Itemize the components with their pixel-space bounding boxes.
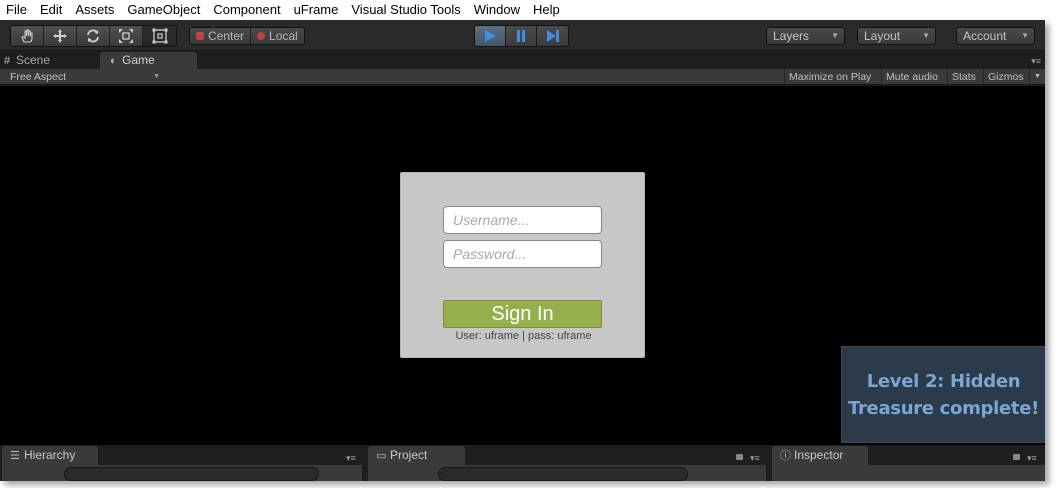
hierarchy-options-icon[interactable]: ▾≡ [346, 453, 356, 464]
pause-button[interactable] [506, 26, 537, 46]
achievement-line-1: Level 2: Hidden [866, 370, 1021, 392]
pivot-center-label: Center [208, 29, 245, 43]
layers-label: Layers [773, 29, 810, 43]
menu-file[interactable]: File [0, 0, 34, 20]
account-dropdown[interactable]: Account ▼ [956, 27, 1035, 45]
achievement-line-2: Treasure complete! [847, 397, 1040, 419]
folder-icon: ▭ [376, 450, 387, 462]
chevron-down-icon: ▼ [922, 31, 930, 40]
tab-hierarchy-label: Hierarchy [24, 448, 76, 462]
rotate-tool-button[interactable] [77, 26, 110, 46]
chevron-down-icon: ▼ [831, 31, 839, 40]
pivot-toggle-group: Center Local [189, 27, 305, 45]
pivot-local-icon [257, 32, 266, 40]
pacman-icon: ◐ [110, 55, 117, 67]
rotate-tool-icon [87, 29, 99, 43]
project-options-icon[interactable]: ▾≡ [750, 453, 760, 464]
tab-inspector-label: Inspector [794, 448, 844, 462]
tab-project-label: Project [390, 448, 428, 462]
achievement-toast: Level 2: Hidden Treasure complete! [841, 346, 1045, 443]
gizmos-toggle[interactable]: Gizmos [983, 69, 1028, 85]
main-toolbar: Center Local Layers ▼ Layout ▼ Account ▼ [0, 20, 1045, 51]
username-input[interactable]: Username... [443, 206, 602, 234]
login-panel: Username... Password... Sign In User: uf… [400, 172, 645, 358]
inspector-options-icon[interactable]: ▾≡ [1027, 453, 1037, 464]
hand-tool-icon [21, 29, 33, 43]
hierarchy-panel [2, 465, 362, 481]
tab-inspector[interactable]: ⓘ Inspector [772, 446, 868, 465]
hierarchy-icon: ☰ [10, 450, 20, 462]
tab-game-label: Game [122, 53, 155, 67]
scale-tool-button[interactable] [110, 26, 143, 46]
menu-assets[interactable]: Assets [69, 0, 121, 20]
credentials-hint: User: uframe | pass: uframe [455, 330, 592, 342]
tab-hierarchy[interactable]: ☰ Hierarchy [2, 446, 98, 465]
aspect-dropdown[interactable]: Free Aspect ▼ [4, 69, 164, 85]
game-view-toolbar: Free Aspect ▼ Maximize on Play Mute audi… [0, 69, 1045, 85]
scene-grid-icon: # [4, 55, 11, 67]
project-panel [368, 465, 766, 481]
lock-icon[interactable] [736, 454, 743, 460]
menu-window[interactable]: Window [468, 0, 527, 20]
lock-icon[interactable] [1013, 454, 1020, 460]
layout-label: Layout [864, 29, 901, 43]
achievement-text: Level 2: Hidden Treasure complete! [848, 368, 1039, 422]
menu-uframe[interactable]: uFrame [288, 0, 346, 20]
hand-tool-button[interactable] [11, 26, 44, 46]
step-button[interactable] [537, 26, 568, 46]
rect-tool-icon [152, 28, 167, 44]
rect-tool-button[interactable] [143, 26, 176, 46]
move-tool-button[interactable] [44, 26, 77, 46]
transform-tools [10, 25, 177, 47]
gizmos-dropdown-icon[interactable]: ▼ [1029, 69, 1045, 85]
tab-scene[interactable]: # Scene [4, 52, 100, 69]
tab-scene-label: Scene [16, 53, 51, 67]
layers-dropdown[interactable]: Layers ▼ [766, 27, 845, 45]
pause-icon [517, 30, 525, 42]
game-view: Username... Password... Sign In User: uf… [0, 86, 1045, 445]
mute-audio-toggle[interactable]: Mute audio [881, 69, 942, 85]
tab-game[interactable]: ◐ Game [100, 52, 197, 69]
bottom-panels: ☰ Hierarchy ▾≡ ▭ Project ▾≡ ⓘ Inspector ▾≡ [0, 446, 1045, 481]
play-icon [485, 30, 496, 42]
pivot-local-label: Local [269, 29, 298, 43]
layout-dropdown[interactable]: Layout ▼ [857, 27, 936, 45]
hierarchy-search-input[interactable] [64, 467, 319, 481]
pivot-center-button[interactable]: Center [190, 28, 252, 44]
view-tabs: # Scene ◐ Game ▾≡ [0, 52, 1045, 69]
move-tool-icon [53, 29, 67, 43]
play-button[interactable] [475, 26, 506, 46]
project-search-input[interactable] [438, 467, 688, 481]
menu-help[interactable]: Help [527, 0, 567, 20]
pivot-local-button[interactable]: Local [251, 28, 304, 44]
inspector-panel [772, 465, 1045, 481]
menu-component[interactable]: Component [207, 0, 287, 20]
account-label: Account [963, 29, 1007, 43]
chevron-down-icon: ▼ [1021, 31, 1029, 40]
tab-project[interactable]: ▭ Project [368, 446, 465, 465]
playback-controls [474, 25, 569, 47]
chevron-down-icon: ▼ [153, 73, 160, 80]
menu-bar: File Edit Assets GameObject Component uF… [0, 0, 1045, 20]
password-input[interactable]: Password... [443, 240, 602, 268]
editor-window: Center Local Layers ▼ Layout ▼ Account ▼ [0, 20, 1045, 481]
info-icon: ⓘ [780, 450, 791, 462]
menu-gameobject[interactable]: GameObject [121, 0, 207, 20]
sign-in-button[interactable]: Sign In [443, 300, 602, 328]
tab-options-icon[interactable]: ▾≡ [1031, 56, 1041, 67]
step-icon [546, 30, 559, 42]
stats-toggle[interactable]: Stats [947, 69, 980, 85]
maximize-on-play-toggle[interactable]: Maximize on Play [784, 69, 875, 85]
menu-edit[interactable]: Edit [34, 0, 69, 20]
aspect-label: Free Aspect [10, 71, 67, 83]
scale-tool-icon [119, 29, 133, 43]
pivot-center-icon [196, 32, 204, 40]
menu-visual-studio-tools[interactable]: Visual Studio Tools [345, 0, 467, 20]
